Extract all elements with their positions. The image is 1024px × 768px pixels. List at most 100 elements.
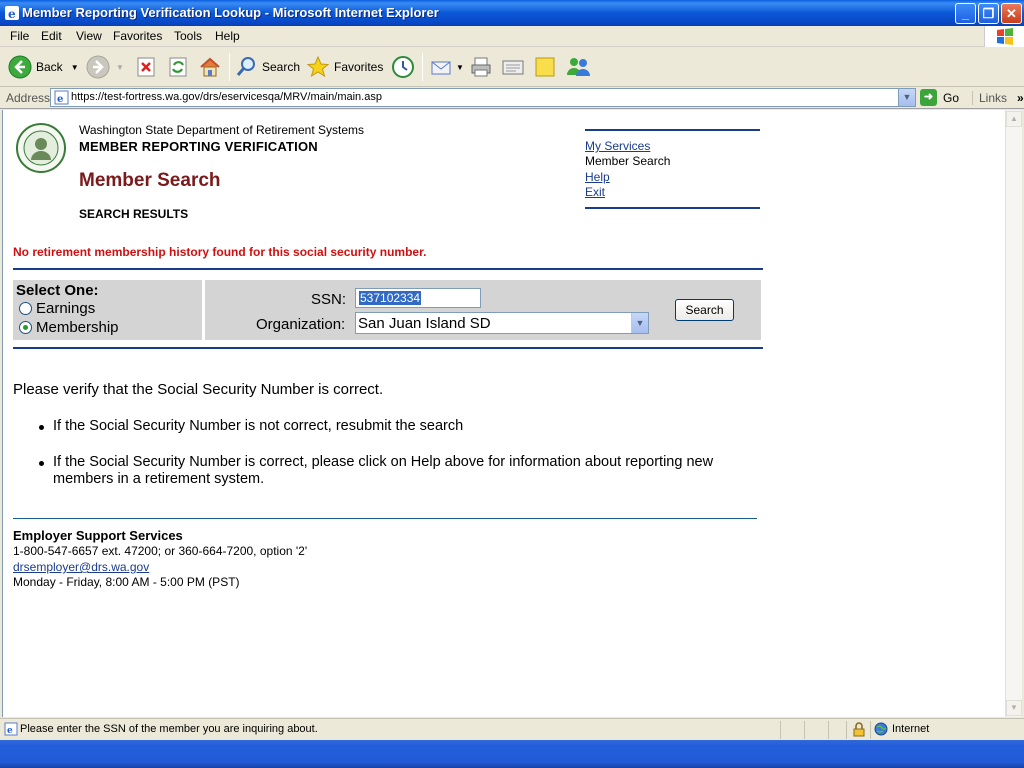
menu-tools[interactable]: Tools	[174, 29, 202, 43]
forward-dropdown-icon: ▼	[116, 62, 124, 72]
menu-view[interactable]: View	[76, 29, 102, 43]
menu-favorites[interactable]: Favorites	[113, 29, 162, 43]
stop-icon	[137, 57, 155, 77]
list-item: If the Social Security Number is correct…	[39, 454, 739, 488]
home-button[interactable]	[198, 53, 222, 81]
back-label: Back	[36, 60, 63, 74]
address-input[interactable]: e https://test-fortress.wa.gov/drs/eserv…	[50, 88, 916, 107]
messenger-button[interactable]	[565, 53, 591, 81]
menu-edit[interactable]: Edit	[41, 29, 62, 43]
page-icon: e	[4, 722, 18, 736]
radio-earnings-circle[interactable]	[19, 302, 32, 315]
select-one-label: Select One:	[16, 282, 99, 299]
organization-label: Organization:	[256, 316, 346, 333]
print-button[interactable]	[469, 53, 493, 81]
status-text: Please enter the SSN of the member you a…	[20, 723, 318, 735]
menu-bar: File Edit View Favorites Tools Help	[0, 26, 1024, 47]
ssn-label: SSN:	[311, 291, 347, 308]
divider	[13, 347, 763, 349]
radio-membership[interactable]: Membership	[19, 319, 119, 336]
status-pane	[846, 721, 847, 739]
history-icon	[392, 56, 414, 78]
search-panel: Select One: Earnings Membership SSN: 537…	[13, 280, 761, 340]
nav-help[interactable]: Help	[585, 170, 610, 184]
lock-icon	[853, 722, 865, 737]
forward-button[interactable]: ▼	[86, 53, 124, 81]
sub-title: SEARCH RESULTS	[79, 207, 189, 221]
status-pane	[780, 721, 781, 739]
page-content: Washington State Department of Retiremen…	[2, 110, 1005, 717]
toolbar-separator	[229, 53, 230, 81]
organization-value: San Juan Island SD	[358, 315, 491, 332]
home-icon	[200, 57, 220, 77]
page-title: Member Search	[79, 170, 221, 191]
svg-text:e: e	[57, 94, 63, 105]
verify-intro: Please verify that the Social Security N…	[13, 381, 384, 398]
ssn-value: 537102334	[359, 291, 422, 305]
refresh-button[interactable]	[167, 53, 189, 81]
back-dropdown-icon[interactable]: ▼	[71, 63, 79, 72]
security-zone: Internet	[874, 722, 929, 736]
stop-button[interactable]	[135, 53, 157, 81]
back-arrow-icon	[8, 55, 32, 79]
status-bar: e Please enter the SSN of the member you…	[0, 718, 1024, 740]
svg-text:e: e	[7, 726, 13, 736]
close-button[interactable]: ✕	[1001, 3, 1022, 24]
support-email-link[interactable]: drsemployer@drs.wa.gov	[13, 560, 149, 574]
ie-icon: e	[5, 6, 19, 21]
organization-select[interactable]: San Juan Island SD ▼	[355, 312, 649, 334]
go-button[interactable]: ➜ Go	[920, 89, 959, 106]
mail-dropdown-icon[interactable]: ▼	[456, 63, 464, 72]
support-hours: Monday - Friday, 8:00 AM - 5:00 PM (PST)	[13, 575, 240, 589]
support-title: Employer Support Services	[13, 528, 183, 543]
toolbar-separator	[422, 53, 423, 81]
edit-page-icon	[502, 60, 524, 75]
support-phone: 1-800-547-6657 ext. 47200; or 360-664-72…	[13, 544, 308, 558]
restore-button[interactable]: ❐	[978, 3, 999, 24]
taskbar	[0, 740, 1024, 768]
mail-button[interactable]: ▼	[430, 53, 464, 81]
agency-name: Washington State Department of Retiremen…	[79, 123, 365, 137]
back-button[interactable]: Back ▼	[8, 53, 79, 81]
nav-exit[interactable]: Exit	[585, 185, 605, 199]
svg-text:e: e	[8, 7, 16, 21]
mail-icon	[431, 61, 451, 75]
search-button[interactable]: Search	[234, 53, 300, 81]
nav-my-services[interactable]: My Services	[585, 139, 650, 153]
status-pane	[828, 721, 829, 739]
messenger-icon	[567, 58, 590, 76]
go-label: Go	[943, 90, 960, 105]
minimize-button[interactable]: _	[955, 3, 976, 24]
links-label: Links	[979, 91, 1008, 105]
radio-membership-label: Membership	[36, 319, 119, 336]
favorites-button[interactable]: Favorites	[306, 53, 383, 81]
favorites-star-icon	[306, 55, 330, 78]
state-seal-icon	[16, 123, 66, 173]
chevron-right-icon: »	[1017, 91, 1024, 105]
printer-icon	[471, 57, 491, 77]
search-submit-button[interactable]: Search	[675, 299, 734, 321]
edit-button[interactable]	[501, 53, 525, 81]
ssn-input[interactable]: 537102334	[355, 288, 481, 308]
discuss-button[interactable]	[533, 53, 557, 81]
note-icon	[535, 57, 555, 77]
address-url: https://test-fortress.wa.gov/drs/eservic…	[71, 91, 382, 103]
status-pane	[870, 721, 871, 739]
vertical-scrollbar[interactable]: ▲ ▼	[1005, 110, 1022, 717]
favorites-label: Favorites	[334, 60, 384, 74]
history-button[interactable]	[391, 53, 415, 81]
search-label: Search	[262, 60, 301, 74]
menu-file[interactable]: File	[10, 29, 29, 43]
title-bar[interactable]: e Member Reporting Verification Lookup -…	[0, 0, 1024, 26]
address-dropdown-icon[interactable]: ▼	[898, 89, 915, 106]
menu-help[interactable]: Help	[215, 29, 240, 43]
globe-icon	[874, 722, 888, 736]
radio-membership-circle[interactable]	[19, 321, 32, 334]
scroll-up-icon[interactable]: ▲	[1006, 111, 1022, 127]
chevron-down-icon[interactable]: ▼	[631, 313, 648, 333]
links-button[interactable]: Links »	[972, 91, 1024, 105]
radio-earnings[interactable]: Earnings	[19, 300, 95, 317]
divider	[13, 268, 763, 270]
scroll-down-icon[interactable]: ▼	[1006, 700, 1022, 716]
verify-list: If the Social Security Number is not cor…	[39, 418, 739, 488]
